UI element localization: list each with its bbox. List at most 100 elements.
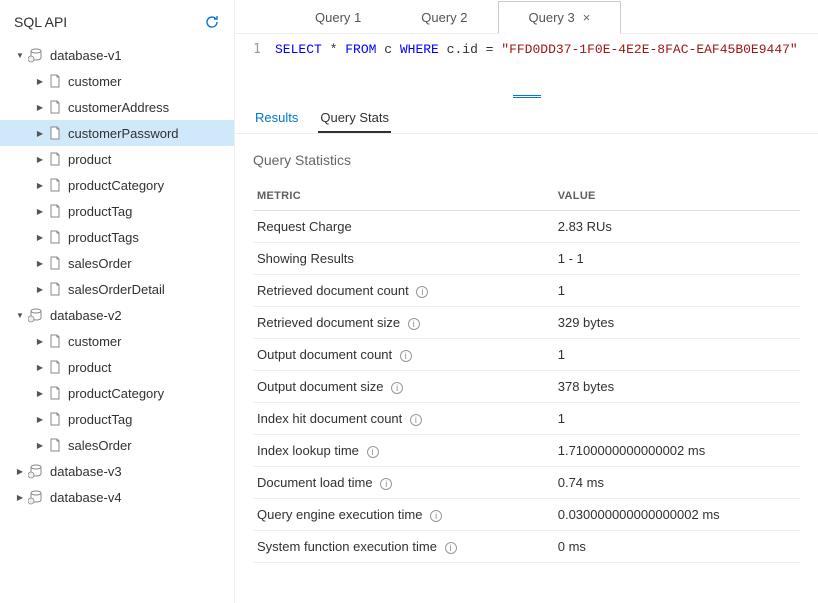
- tab-query-stats[interactable]: Query Stats: [318, 104, 391, 133]
- container-node[interactable]: customerPassword: [0, 120, 234, 146]
- query-tab[interactable]: Query 2: [391, 2, 497, 33]
- container-node[interactable]: product: [0, 354, 234, 380]
- info-icon[interactable]: i: [367, 446, 379, 458]
- container-node[interactable]: salesOrder: [0, 250, 234, 276]
- kw-select: SELECT: [275, 42, 322, 57]
- close-icon[interactable]: ×: [583, 10, 591, 25]
- col-metric: METRIC: [253, 182, 554, 211]
- caret-icon[interactable]: [34, 155, 46, 164]
- info-icon[interactable]: i: [400, 350, 412, 362]
- editor-gutter: 1: [235, 42, 275, 57]
- database-icon: [28, 47, 44, 63]
- container-node[interactable]: salesOrderDetail: [0, 276, 234, 302]
- table-row: Request Charge 2.83 RUs: [253, 211, 800, 243]
- container-node[interactable]: productCategory: [0, 380, 234, 406]
- caret-icon[interactable]: [34, 77, 46, 86]
- value-cell: 329 bytes: [554, 307, 800, 339]
- value-cell: 378 bytes: [554, 371, 800, 403]
- table-row: Document load time i0.74 ms: [253, 467, 800, 499]
- container-node[interactable]: product: [0, 146, 234, 172]
- metric-cell: Query engine execution time i: [253, 499, 554, 531]
- info-icon[interactable]: i: [410, 414, 422, 426]
- container-label: product: [68, 360, 111, 375]
- database-icon: [28, 489, 44, 505]
- table-row: Index hit document count i1: [253, 403, 800, 435]
- caret-icon[interactable]: [14, 51, 26, 60]
- info-icon[interactable]: i: [416, 286, 428, 298]
- result-tabs: Results Query Stats: [235, 104, 818, 134]
- container-label: salesOrder: [68, 438, 132, 453]
- caret-icon[interactable]: [34, 415, 46, 424]
- table-row: Showing Results 1 - 1: [253, 243, 800, 275]
- caret-icon[interactable]: [34, 389, 46, 398]
- container-node[interactable]: customerAddress: [0, 94, 234, 120]
- container-node[interactable]: productCategory: [0, 172, 234, 198]
- database-node[interactable]: database-v3: [0, 458, 234, 484]
- database-node[interactable]: database-v4: [0, 484, 234, 510]
- metric-cell: Retrieved document size i: [253, 307, 554, 339]
- container-node[interactable]: productTag: [0, 198, 234, 224]
- container-node[interactable]: productTags: [0, 224, 234, 250]
- sql-editor[interactable]: 1 SELECT * FROM c WHERE c.id = "FFD0DD37…: [235, 34, 818, 65]
- splitter[interactable]: [235, 65, 818, 104]
- info-icon[interactable]: i: [391, 382, 403, 394]
- caret-icon[interactable]: [34, 129, 46, 138]
- value-cell: 2.83 RUs: [554, 211, 800, 243]
- container-label: customer: [68, 334, 121, 349]
- query-tab[interactable]: Query 3 ×: [498, 1, 622, 34]
- tab-results[interactable]: Results: [253, 104, 300, 133]
- database-tree: database-v1customercustomerAddresscustom…: [0, 42, 234, 510]
- container-node[interactable]: salesOrder: [0, 432, 234, 458]
- caret-icon[interactable]: [34, 441, 46, 450]
- metric-cell: Document load time i: [253, 467, 554, 499]
- caret-icon[interactable]: [34, 363, 46, 372]
- container-icon: [48, 256, 62, 270]
- container-node[interactable]: customer: [0, 68, 234, 94]
- container-label: productTag: [68, 412, 132, 427]
- container-icon: [48, 230, 62, 244]
- caret-icon[interactable]: [34, 233, 46, 242]
- caret-icon[interactable]: [14, 311, 26, 320]
- table-row: Retrieved document size i329 bytes: [253, 307, 800, 339]
- database-label: database-v3: [50, 464, 122, 479]
- caret-icon[interactable]: [34, 285, 46, 294]
- database-label: database-v1: [50, 48, 122, 63]
- caret-icon[interactable]: [14, 493, 26, 502]
- editor-code[interactable]: SELECT * FROM c WHERE c.id = "FFD0DD37-1…: [275, 42, 798, 57]
- metric-cell: Output document size i: [253, 371, 554, 403]
- caret-icon[interactable]: [14, 467, 26, 476]
- metric-cell: Retrieved document count i: [253, 275, 554, 307]
- refresh-icon[interactable]: [204, 14, 220, 30]
- container-node[interactable]: productTag: [0, 406, 234, 432]
- stats-table: METRIC VALUE Request Charge 2.83 RUsShow…: [253, 182, 800, 563]
- info-icon[interactable]: i: [408, 318, 420, 330]
- stats-panel: Query Statistics METRIC VALUE Request Ch…: [235, 134, 818, 581]
- container-label: productCategory: [68, 178, 164, 193]
- tok-star: *: [322, 42, 345, 57]
- database-label: database-v4: [50, 490, 122, 505]
- database-node[interactable]: database-v1: [0, 42, 234, 68]
- database-node[interactable]: database-v2: [0, 302, 234, 328]
- info-icon[interactable]: i: [445, 542, 457, 554]
- table-row: Output document count i1: [253, 339, 800, 371]
- container-label: customer: [68, 74, 121, 89]
- info-icon[interactable]: i: [430, 510, 442, 522]
- caret-icon[interactable]: [34, 207, 46, 216]
- caret-icon[interactable]: [34, 259, 46, 268]
- container-icon: [48, 178, 62, 192]
- container-node[interactable]: customer: [0, 328, 234, 354]
- query-tab[interactable]: Query 1: [285, 2, 391, 33]
- value-cell: 0.74 ms: [554, 467, 800, 499]
- container-label: productTag: [68, 204, 132, 219]
- metric-cell: Output document count i: [253, 339, 554, 371]
- table-row: Output document size i378 bytes: [253, 371, 800, 403]
- main-panel: Query 1Query 2 Query 3 × 1 SELECT * FROM c…: [235, 0, 818, 603]
- tok-string: "FFD0DD37-1F0E-4E2E-8FAC-EAF45B0E9447": [501, 42, 797, 57]
- caret-icon[interactable]: [34, 337, 46, 346]
- caret-icon[interactable]: [34, 103, 46, 112]
- info-icon[interactable]: i: [380, 478, 392, 490]
- caret-icon[interactable]: [34, 181, 46, 190]
- query-tabs: Query 1Query 2 Query 3 ×: [235, 0, 818, 34]
- container-icon: [48, 412, 62, 426]
- tab-label: Query 3: [529, 10, 575, 25]
